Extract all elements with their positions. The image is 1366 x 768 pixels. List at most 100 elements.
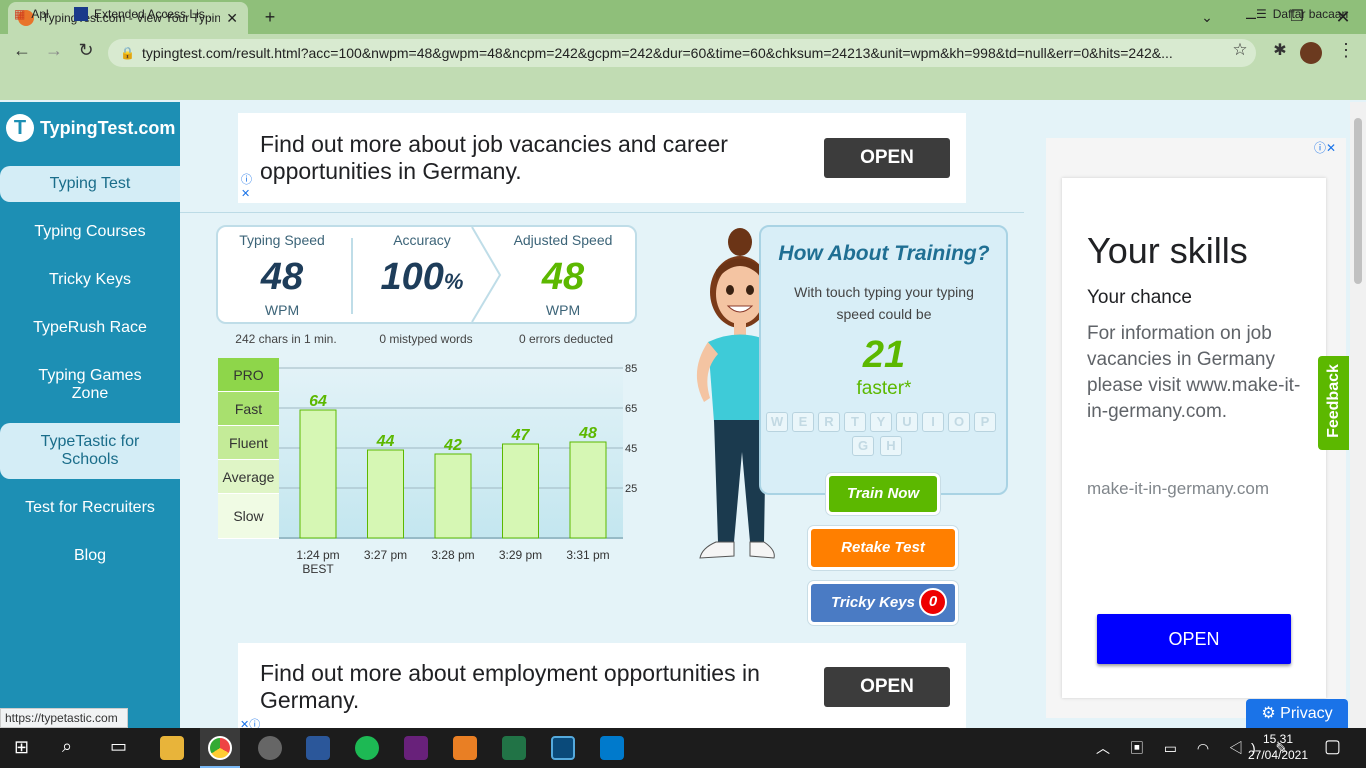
bookmark-favicon-icon (74, 7, 88, 21)
keyboard-key: W (766, 412, 788, 432)
right-ad-sub: Your chance (1087, 287, 1192, 308)
sidebar-item-typing-test[interactable]: Typing Test (0, 166, 180, 202)
keyboard-key: I (922, 412, 944, 432)
x-tick-label: 3:29 pm (499, 548, 542, 562)
top-ad-text: Find out more about job vacancies and ca… (260, 131, 728, 184)
menu-icon[interactable]: ⋮ (1334, 40, 1358, 61)
media-app-icon[interactable] (551, 736, 575, 760)
chars-note: 242 chars in 1 min. (235, 332, 337, 346)
forward-icon[interactable]: → (42, 40, 66, 61)
address-bar[interactable]: 🔒 typingtest.com/result.html?acc=100&nwp… (108, 39, 1256, 67)
accuracy-label: Accuracy (393, 232, 451, 248)
keyboard-key: E (792, 412, 814, 432)
bar-value-label: 42 (443, 437, 462, 454)
keyboard-key: R (818, 412, 840, 432)
reading-list-button[interactable]: ☰ Daftar bacaan (1256, 7, 1348, 21)
bookmark-star-icon[interactable]: ☆ (1228, 40, 1252, 60)
spotify-icon[interactable] (355, 736, 379, 760)
tab-search-icon[interactable]: ⌄ (1192, 4, 1222, 30)
retake-test-button[interactable]: Retake Test (808, 526, 958, 570)
right-ad-domain: make-it-in-germany.com (1087, 479, 1270, 498)
right-ad-body: For information on job vacancies in Germ… (1087, 323, 1301, 422)
x-tick-label: 1:24 pm (296, 548, 339, 562)
privacy-button[interactable]: ⚙ Privacy (1246, 699, 1348, 728)
sidebar-item-tricky-keys[interactable]: Tricky Keys (0, 271, 180, 289)
keyboard-key: G (852, 436, 874, 456)
bar-3 (434, 453, 472, 539)
ad-info-icon[interactable]: ⓘ (241, 171, 252, 187)
accuracy-unit: % (443, 269, 464, 294)
sidebar-item-typetastic[interactable]: TypeTastic for Schools (0, 423, 180, 479)
ad-close-icon[interactable]: ✕ (241, 187, 250, 200)
stat-divider (351, 238, 353, 314)
level-pro: PRO (218, 358, 279, 392)
errors-note: 0 errors deducted (518, 332, 614, 346)
back-icon[interactable]: ← (10, 40, 34, 61)
extensions-icon[interactable]: ✱ (1268, 40, 1292, 60)
excel-icon[interactable] (502, 736, 526, 760)
site-logo[interactable]: T TypingTest.com (6, 114, 175, 142)
scrollbar[interactable] (1350, 102, 1366, 728)
profile-avatar[interactable] (1300, 42, 1322, 64)
app-icon[interactable] (258, 736, 282, 760)
clock-date[interactable]: 27/04/2021 (1246, 748, 1310, 762)
new-tab-button[interactable]: + (255, 4, 285, 30)
typing-speed-unit: WPM (264, 302, 300, 318)
train-now-button[interactable]: Train Now (826, 473, 940, 515)
top-ad-open-button[interactable]: OPEN (824, 138, 950, 178)
faster-label: faster* (856, 378, 912, 399)
bar-5 (569, 441, 607, 539)
word-icon[interactable] (306, 736, 330, 760)
sidebar-item-recruiters[interactable]: Test for Recruiters (0, 499, 180, 517)
bookmark-extended-access[interactable]: Extended Access Lis... (74, 7, 215, 21)
scrollbar-thumb[interactable] (1354, 118, 1362, 284)
bottom-ad-open-button[interactable]: OPEN (824, 667, 950, 707)
keyboard-key: Y (870, 412, 892, 432)
x-tick-label: 3:28 pm (431, 548, 474, 562)
chrome-taskbar-slot[interactable] (200, 728, 240, 768)
y-tick-label: 65 (625, 403, 637, 415)
right-ad-info-icon[interactable]: ⓘ✕ (1314, 139, 1336, 156)
close-tab-icon[interactable]: ✕ (226, 10, 238, 27)
logo-t-icon: T (6, 114, 34, 142)
sidebar-item-blog[interactable]: Blog (0, 547, 180, 565)
reload-icon[interactable]: ↻ (74, 40, 98, 61)
task-view-icon[interactable]: ▭ (110, 736, 127, 757)
level-fluent: Fluent (218, 426, 279, 460)
bar-value-label: 44 (376, 433, 395, 450)
level-fast: Fast (218, 392, 279, 426)
accuracy-display: 100% (362, 256, 482, 299)
visual-studio-icon[interactable] (404, 736, 428, 760)
best-label: BEST (302, 562, 334, 576)
tricky-keys-button[interactable]: Tricky Keys 0 (808, 581, 958, 625)
faster-value: 21 (862, 334, 906, 376)
clock-time[interactable]: 15.31 (1246, 732, 1310, 746)
training-text: With touch typing your typing speed coul… (794, 284, 974, 322)
adjusted-speed-label: Adjusted Speed (513, 232, 613, 248)
file-explorer-icon[interactable] (160, 736, 184, 760)
tricky-keys-count-badge: 0 (919, 588, 947, 616)
sidebar-item-typing-courses[interactable]: Typing Courses (0, 223, 180, 241)
bar-value-label: 47 (511, 427, 531, 444)
right-ad-open-button[interactable]: OPEN (1097, 614, 1291, 664)
sidebar-item-typerush[interactable]: TypeRush Race (0, 319, 180, 337)
start-icon[interactable]: ⊞ (14, 737, 29, 758)
feedback-tab[interactable]: Feedback (1318, 356, 1349, 450)
notifications-icon[interactable]: ▢ (1324, 736, 1341, 757)
right-ad-headline: Your skills (1087, 230, 1248, 271)
mistyped-note: 0 mistyped words (379, 332, 473, 346)
tricky-keys-label: Tricky Keys (831, 594, 915, 611)
bookmark-apps[interactable]: ▦ Apl (14, 7, 49, 21)
y-tick-label: 45 (625, 443, 637, 455)
y-tick-label: 85 (625, 363, 637, 375)
search-icon[interactable]: ⌕ (62, 736, 72, 757)
adjusted-speed-value: 48 (541, 256, 585, 298)
vscode-icon[interactable] (600, 736, 624, 760)
sublime-icon[interactable] (453, 736, 477, 760)
sidebar-item-games-zone[interactable]: Typing Games Zone (0, 367, 180, 403)
bar-value-label: 48 (578, 425, 597, 442)
accuracy-value: 100 (380, 256, 444, 298)
bar-value-label: 64 (309, 393, 327, 410)
privacy-label: Privacy (1280, 705, 1333, 722)
apps-grid-icon: ▦ (14, 7, 26, 21)
